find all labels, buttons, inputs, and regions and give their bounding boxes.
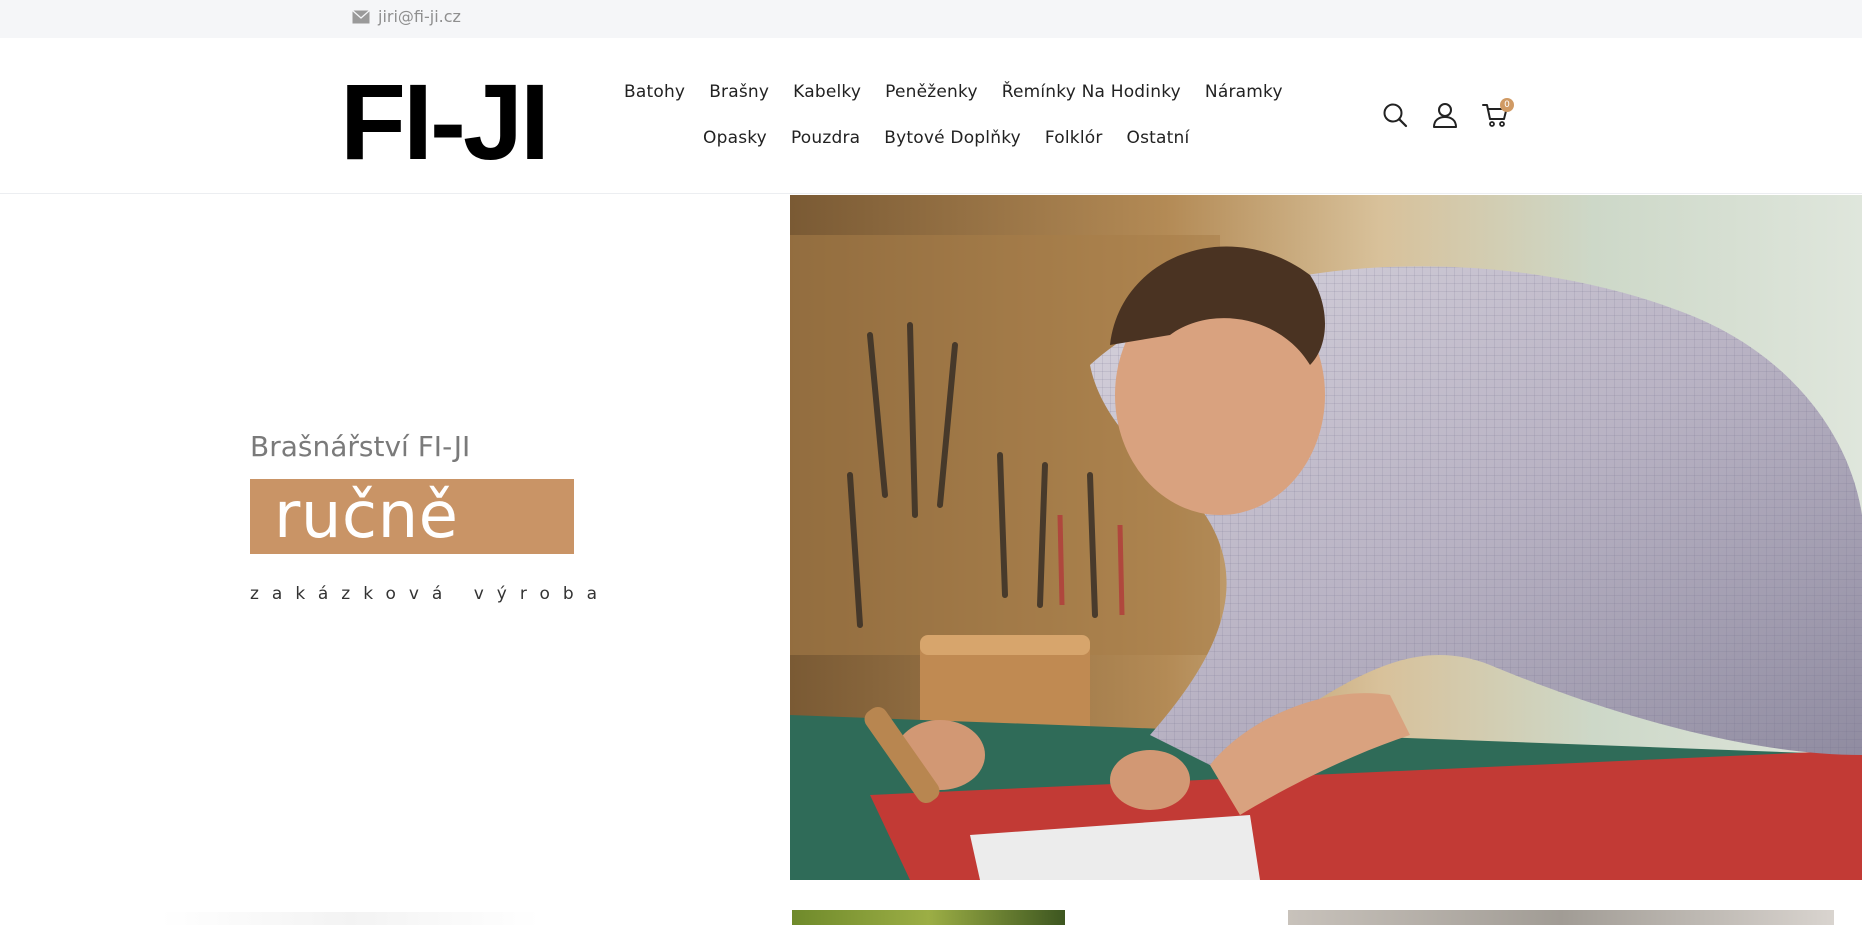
main-nav-row-2: Opasky Pouzdra Bytové Doplňky Folklór Os… xyxy=(703,128,1189,148)
nav-bytove-doplnky[interactable]: Bytové Doplňky xyxy=(884,128,1021,148)
email-text[interactable]: jiri@fi-ji.cz xyxy=(378,7,461,26)
nav-naramky[interactable]: Náramky xyxy=(1205,82,1283,102)
search-button[interactable] xyxy=(1382,102,1408,128)
site-logo[interactable]: FI-JI xyxy=(340,68,550,176)
nav-penezenky[interactable]: Peněženky xyxy=(885,82,978,102)
nav-folklor[interactable]: Folklór xyxy=(1045,128,1103,148)
top-bar: jiri@fi-ji.cz xyxy=(0,0,1862,38)
hero-subtitle: Brašnářství FI-JI xyxy=(250,430,471,463)
cart-count-badge: 0 xyxy=(1500,98,1514,112)
nav-kabelky[interactable]: Kabelky xyxy=(793,82,861,102)
nav-ostatni[interactable]: Ostatní xyxy=(1127,128,1190,148)
hero-badge: ručně šitá xyxy=(250,479,574,628)
nav-reminky-na-hodinky[interactable]: Řemínky Na Hodinky xyxy=(1002,82,1181,102)
user-icon xyxy=(1433,103,1457,128)
product-thumbnail[interactable] xyxy=(160,912,540,925)
hero-tagline: zakázková výroba xyxy=(250,584,611,604)
nav-batohy[interactable]: Batohy xyxy=(624,82,685,102)
hero-text: Brašnářství FI-JI ručně šitá zakázková v… xyxy=(250,430,611,628)
site-header: FI-JI Batohy Brašny Kabelky Peněženky Ře… xyxy=(0,38,1862,194)
cart-button[interactable]: 0 xyxy=(1482,98,1514,128)
main-nav-row-1: Batohy Brašny Kabelky Peněženky Řemínky … xyxy=(624,82,1283,102)
search-icon xyxy=(1383,103,1408,128)
nav-brasny[interactable]: Brašny xyxy=(709,82,769,102)
product-thumbnail[interactable] xyxy=(1288,910,1834,925)
account-button[interactable] xyxy=(1432,102,1458,128)
hero-image xyxy=(790,195,1862,880)
header-icons: 0 xyxy=(1382,98,1514,128)
contact-email[interactable]: jiri@fi-ji.cz xyxy=(352,7,461,26)
nav-opasky[interactable]: Opasky xyxy=(703,128,767,148)
mail-icon xyxy=(352,9,370,23)
product-thumbnail[interactable] xyxy=(792,910,1065,925)
nav-pouzdra[interactable]: Pouzdra xyxy=(791,128,860,148)
